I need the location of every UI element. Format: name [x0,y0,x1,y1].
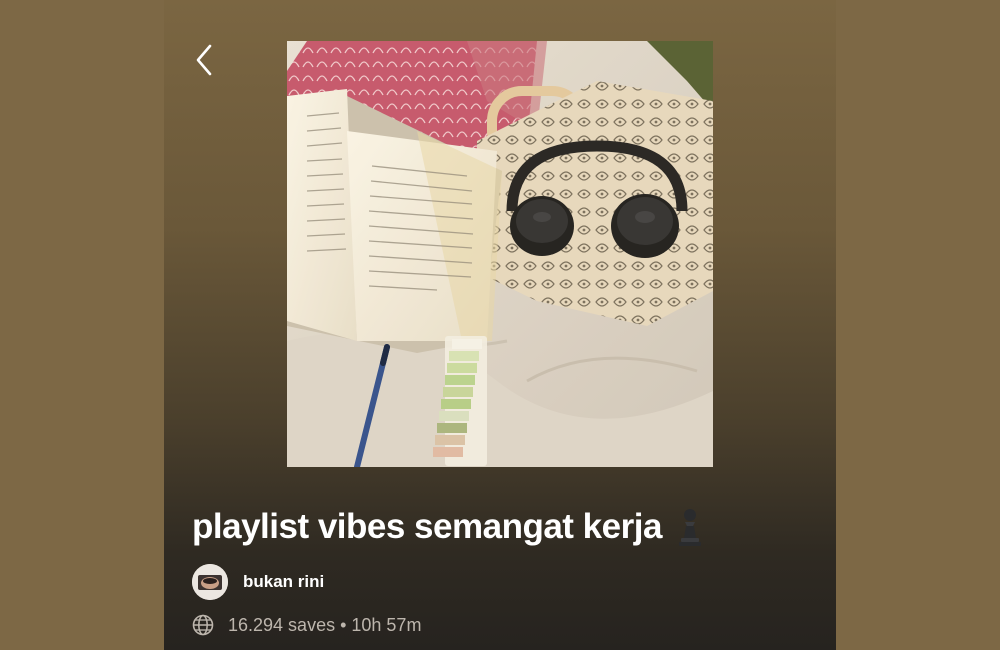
chess-pawn-icon [678,509,701,546]
playlist-screen: playlist vibes semangat kerja bukan rini [164,0,836,650]
globe-icon [192,614,214,636]
avatar[interactable] [192,564,228,600]
playlist-cover-image [287,41,713,467]
playlist-title-row: playlist vibes semangat kerja [192,502,812,552]
chevron-left-icon [196,44,212,76]
playlist-duration: 10h 57m [351,614,422,635]
back-button[interactable] [186,38,226,82]
meta-separator: • [340,614,347,635]
owner-name[interactable]: bukan rini [243,572,324,592]
playlist-meta: 16.294 saves • 10h 57m [192,612,421,638]
playlist-title: playlist vibes semangat kerja [192,507,662,546]
playlist-owner[interactable]: bukan rini [192,563,324,601]
saves-count: 16.294 saves [228,614,336,635]
